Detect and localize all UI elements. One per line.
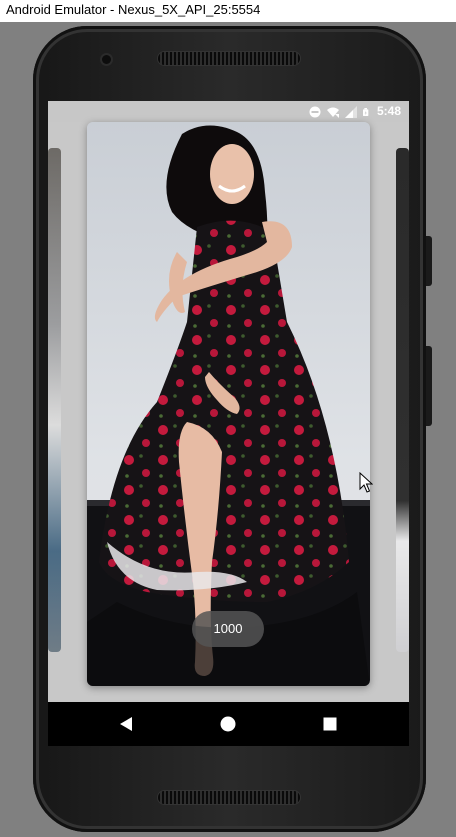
back-triangle-icon [120, 717, 132, 731]
recents-button[interactable] [300, 702, 360, 746]
wifi-icon [326, 107, 339, 118]
status-bar: 5:48 [48, 101, 409, 122]
window-title: Android Emulator - Nexus_5X_API_25:5554 [0, 0, 456, 22]
front-camera [102, 55, 111, 64]
home-circle-icon [220, 716, 236, 732]
navigation-bar [48, 702, 409, 746]
photo-woman-floral-dress [87, 122, 370, 686]
volume-button[interactable] [426, 236, 432, 286]
recents-square-icon [323, 717, 337, 731]
bottom-speaker [158, 791, 300, 804]
previous-card-peek[interactable] [48, 148, 61, 652]
image-counter-toast: 1000 [192, 611, 264, 647]
next-card-peek[interactable] [396, 148, 409, 652]
home-button[interactable] [198, 702, 258, 746]
image-carousel[interactable]: 1000 [48, 122, 409, 702]
current-photo-card[interactable] [87, 122, 370, 686]
top-speaker [158, 52, 300, 65]
do-not-disturb-icon [309, 106, 321, 117]
status-clock: 5:48 [376, 104, 401, 118]
mouse-cursor-icon [359, 472, 373, 493]
back-button[interactable] [96, 702, 156, 746]
signal-icon [344, 105, 357, 118]
power-button[interactable] [426, 346, 432, 426]
device-screen: 5:48 1000 [48, 101, 409, 746]
battery-icon [362, 107, 369, 116]
